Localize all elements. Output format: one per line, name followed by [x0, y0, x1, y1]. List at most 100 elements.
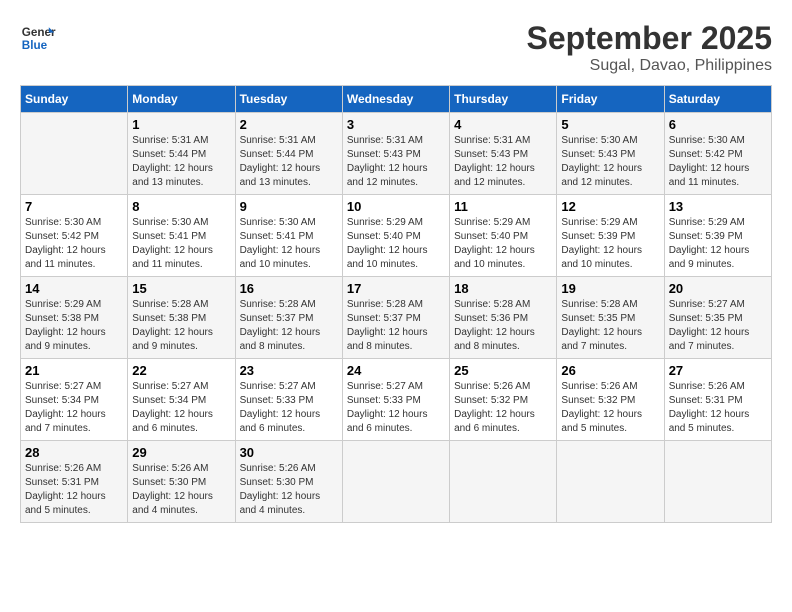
day-info: Sunrise: 5:29 AMSunset: 5:38 PMDaylight:… — [25, 298, 123, 354]
day-number: 1 — [132, 117, 230, 132]
day-number: 29 — [132, 445, 230, 460]
day-info: Sunrise: 5:30 AMSunset: 5:42 PMDaylight:… — [25, 216, 123, 272]
day-info: Sunrise: 5:30 AMSunset: 5:43 PMDaylight:… — [561, 134, 659, 190]
calendar-cell: 16 Sunrise: 5:28 AMSunset: 5:37 PMDayligh… — [235, 277, 342, 359]
title-block: September 2025 Sugal, Davao, Philippines — [527, 20, 772, 75]
calendar-cell: 25 Sunrise: 5:26 AMSunset: 5:32 PMDayligh… — [450, 359, 557, 441]
header-thursday: Thursday — [450, 86, 557, 113]
day-info: Sunrise: 5:30 AMSunset: 5:41 PMDaylight:… — [132, 216, 230, 272]
logo: General Blue — [20, 20, 56, 56]
calendar-cell — [342, 441, 449, 523]
calendar-week-row: 21 Sunrise: 5:27 AMSunset: 5:34 PMDayligh… — [21, 359, 772, 441]
day-info: Sunrise: 5:29 AMSunset: 5:39 PMDaylight:… — [669, 216, 767, 272]
calendar-cell: 19 Sunrise: 5:28 AMSunset: 5:35 PMDayligh… — [557, 277, 664, 359]
day-info: Sunrise: 5:28 AMSunset: 5:36 PMDaylight:… — [454, 298, 552, 354]
calendar-cell: 13 Sunrise: 5:29 AMSunset: 5:39 PMDayligh… — [664, 195, 771, 277]
day-number: 10 — [347, 199, 445, 214]
day-number: 30 — [240, 445, 338, 460]
calendar-cell: 4 Sunrise: 5:31 AMSunset: 5:43 PMDaylight… — [450, 113, 557, 195]
day-number: 7 — [25, 199, 123, 214]
day-number: 27 — [669, 363, 767, 378]
day-info: Sunrise: 5:29 AMSunset: 5:40 PMDaylight:… — [454, 216, 552, 272]
day-info: Sunrise: 5:27 AMSunset: 5:33 PMDaylight:… — [240, 380, 338, 436]
calendar-cell: 1Sunrise: 5:31 AMSunset: 5:44 PMDaylight… — [128, 113, 235, 195]
day-info: Sunrise: 5:27 AMSunset: 5:34 PMDaylight:… — [132, 380, 230, 436]
day-info: Sunrise: 5:26 AMSunset: 5:30 PMDaylight:… — [240, 462, 338, 518]
day-number: 15 — [132, 281, 230, 296]
day-number: 8 — [132, 199, 230, 214]
day-info: Sunrise: 5:30 AMSunset: 5:41 PMDaylight:… — [240, 216, 338, 272]
calendar-table: SundayMondayTuesdayWednesdayThursdayFrid… — [20, 85, 772, 523]
day-info: Sunrise: 5:26 AMSunset: 5:32 PMDaylight:… — [454, 380, 552, 436]
day-number: 9 — [240, 199, 338, 214]
day-number: 23 — [240, 363, 338, 378]
day-number: 18 — [454, 281, 552, 296]
calendar-cell: 26Sunrise: 5:26 AMSunset: 5:32 PMDayligh… — [557, 359, 664, 441]
calendar-cell: 21Sunrise: 5:27 AMSunset: 5:34 PMDayligh… — [21, 359, 128, 441]
day-number: 13 — [669, 199, 767, 214]
calendar-cell: 3 Sunrise: 5:31 AMSunset: 5:43 PMDaylight… — [342, 113, 449, 195]
day-number: 14 — [25, 281, 123, 296]
calendar-cell — [557, 441, 664, 523]
calendar-cell: 9 Sunrise: 5:30 AMSunset: 5:41 PMDaylight… — [235, 195, 342, 277]
calendar-cell: 29Sunrise: 5:26 AMSunset: 5:30 PMDayligh… — [128, 441, 235, 523]
calendar-cell — [21, 113, 128, 195]
day-number: 19 — [561, 281, 659, 296]
day-number: 25 — [454, 363, 552, 378]
day-info: Sunrise: 5:27 AMSunset: 5:35 PMDaylight:… — [669, 298, 767, 354]
calendar-cell: 8 Sunrise: 5:30 AMSunset: 5:41 PMDaylight… — [128, 195, 235, 277]
calendar-week-row: 14 Sunrise: 5:29 AMSunset: 5:38 PMDayligh… — [21, 277, 772, 359]
day-info: Sunrise: 5:28 AMSunset: 5:37 PMDaylight:… — [240, 298, 338, 354]
calendar-cell: 14 Sunrise: 5:29 AMSunset: 5:38 PMDayligh… — [21, 277, 128, 359]
calendar-cell: 24Sunrise: 5:27 AMSunset: 5:33 PMDayligh… — [342, 359, 449, 441]
calendar-cell: 28Sunrise: 5:26 AMSunset: 5:31 PMDayligh… — [21, 441, 128, 523]
calendar-cell: 27 Sunrise: 5:26 AMSunset: 5:31 PMDayligh… — [664, 359, 771, 441]
calendar-cell — [450, 441, 557, 523]
header-saturday: Saturday — [664, 86, 771, 113]
logo-icon: General Blue — [20, 20, 56, 56]
day-number: 21 — [25, 363, 123, 378]
calendar-week-row: 1 Sunrise: 5:31 AMSunset: 5:44 PMDaylight… — [21, 113, 772, 195]
day-info: Sunrise: 5:30 AMSunset: 5:42 PMDaylight:… — [669, 134, 767, 190]
calendar-cell: 11Sunrise: 5:29 AMSunset: 5:40 PMDayligh… — [450, 195, 557, 277]
day-info: Sunrise: 5:29 AMSunset: 5:39 PMDaylight:… — [561, 216, 659, 272]
day-info: Sunrise: 5:31 AMSunset: 5:43 PMDaylight:… — [454, 134, 552, 190]
header-sunday: Sunday — [21, 86, 128, 113]
day-info: Sunrise: 5:28 AMSunset: 5:35 PMDaylight:… — [561, 298, 659, 354]
day-number: 22 — [132, 363, 230, 378]
day-number: 20 — [669, 281, 767, 296]
header-wednesday: Wednesday — [342, 86, 449, 113]
day-number: 24 — [347, 363, 445, 378]
calendar-cell: 5Sunrise: 5:30 AMSunset: 5:43 PMDaylight… — [557, 113, 664, 195]
calendar-cell: 10 Sunrise: 5:29 AMSunset: 5:40 PMDayligh… — [342, 195, 449, 277]
calendar-week-row: 28Sunrise: 5:26 AMSunset: 5:31 PMDayligh… — [21, 441, 772, 523]
calendar-cell: 17 Sunrise: 5:28 AMSunset: 5:37 PMDayligh… — [342, 277, 449, 359]
day-number: 26 — [561, 363, 659, 378]
day-number: 3 — [347, 117, 445, 132]
day-info: Sunrise: 5:28 AMSunset: 5:38 PMDaylight:… — [132, 298, 230, 354]
calendar-cell: 6Sunrise: 5:30 AMSunset: 5:42 PMDaylight… — [664, 113, 771, 195]
day-info: Sunrise: 5:31 AMSunset: 5:43 PMDaylight:… — [347, 134, 445, 190]
page-title: September 2025 — [527, 20, 772, 57]
calendar-cell: 15 Sunrise: 5:28 AMSunset: 5:38 PMDayligh… — [128, 277, 235, 359]
day-number: 17 — [347, 281, 445, 296]
header-friday: Friday — [557, 86, 664, 113]
calendar-header-row: SundayMondayTuesdayWednesdayThursdayFrid… — [21, 86, 772, 113]
calendar-cell — [664, 441, 771, 523]
day-number: 16 — [240, 281, 338, 296]
day-number: 2 — [240, 117, 338, 132]
day-info: Sunrise: 5:26 AMSunset: 5:31 PMDaylight:… — [25, 462, 123, 518]
day-info: Sunrise: 5:28 AMSunset: 5:37 PMDaylight:… — [347, 298, 445, 354]
svg-text:General: General — [22, 26, 56, 39]
calendar-cell: 30 Sunrise: 5:26 AMSunset: 5:30 PMDayligh… — [235, 441, 342, 523]
page-subtitle: Sugal, Davao, Philippines — [527, 57, 772, 75]
calendar-cell: 22 Sunrise: 5:27 AMSunset: 5:34 PMDayligh… — [128, 359, 235, 441]
day-info: Sunrise: 5:31 AMSunset: 5:44 PMDaylight:… — [240, 134, 338, 190]
header-tuesday: Tuesday — [235, 86, 342, 113]
calendar-cell: 2 Sunrise: 5:31 AMSunset: 5:44 PMDaylight… — [235, 113, 342, 195]
day-info: Sunrise: 5:29 AMSunset: 5:40 PMDaylight:… — [347, 216, 445, 272]
header-monday: Monday — [128, 86, 235, 113]
day-info: Sunrise: 5:26 AMSunset: 5:31 PMDaylight:… — [669, 380, 767, 436]
page-header: General Blue September 2025 Sugal, Davao… — [20, 20, 772, 75]
day-number: 4 — [454, 117, 552, 132]
